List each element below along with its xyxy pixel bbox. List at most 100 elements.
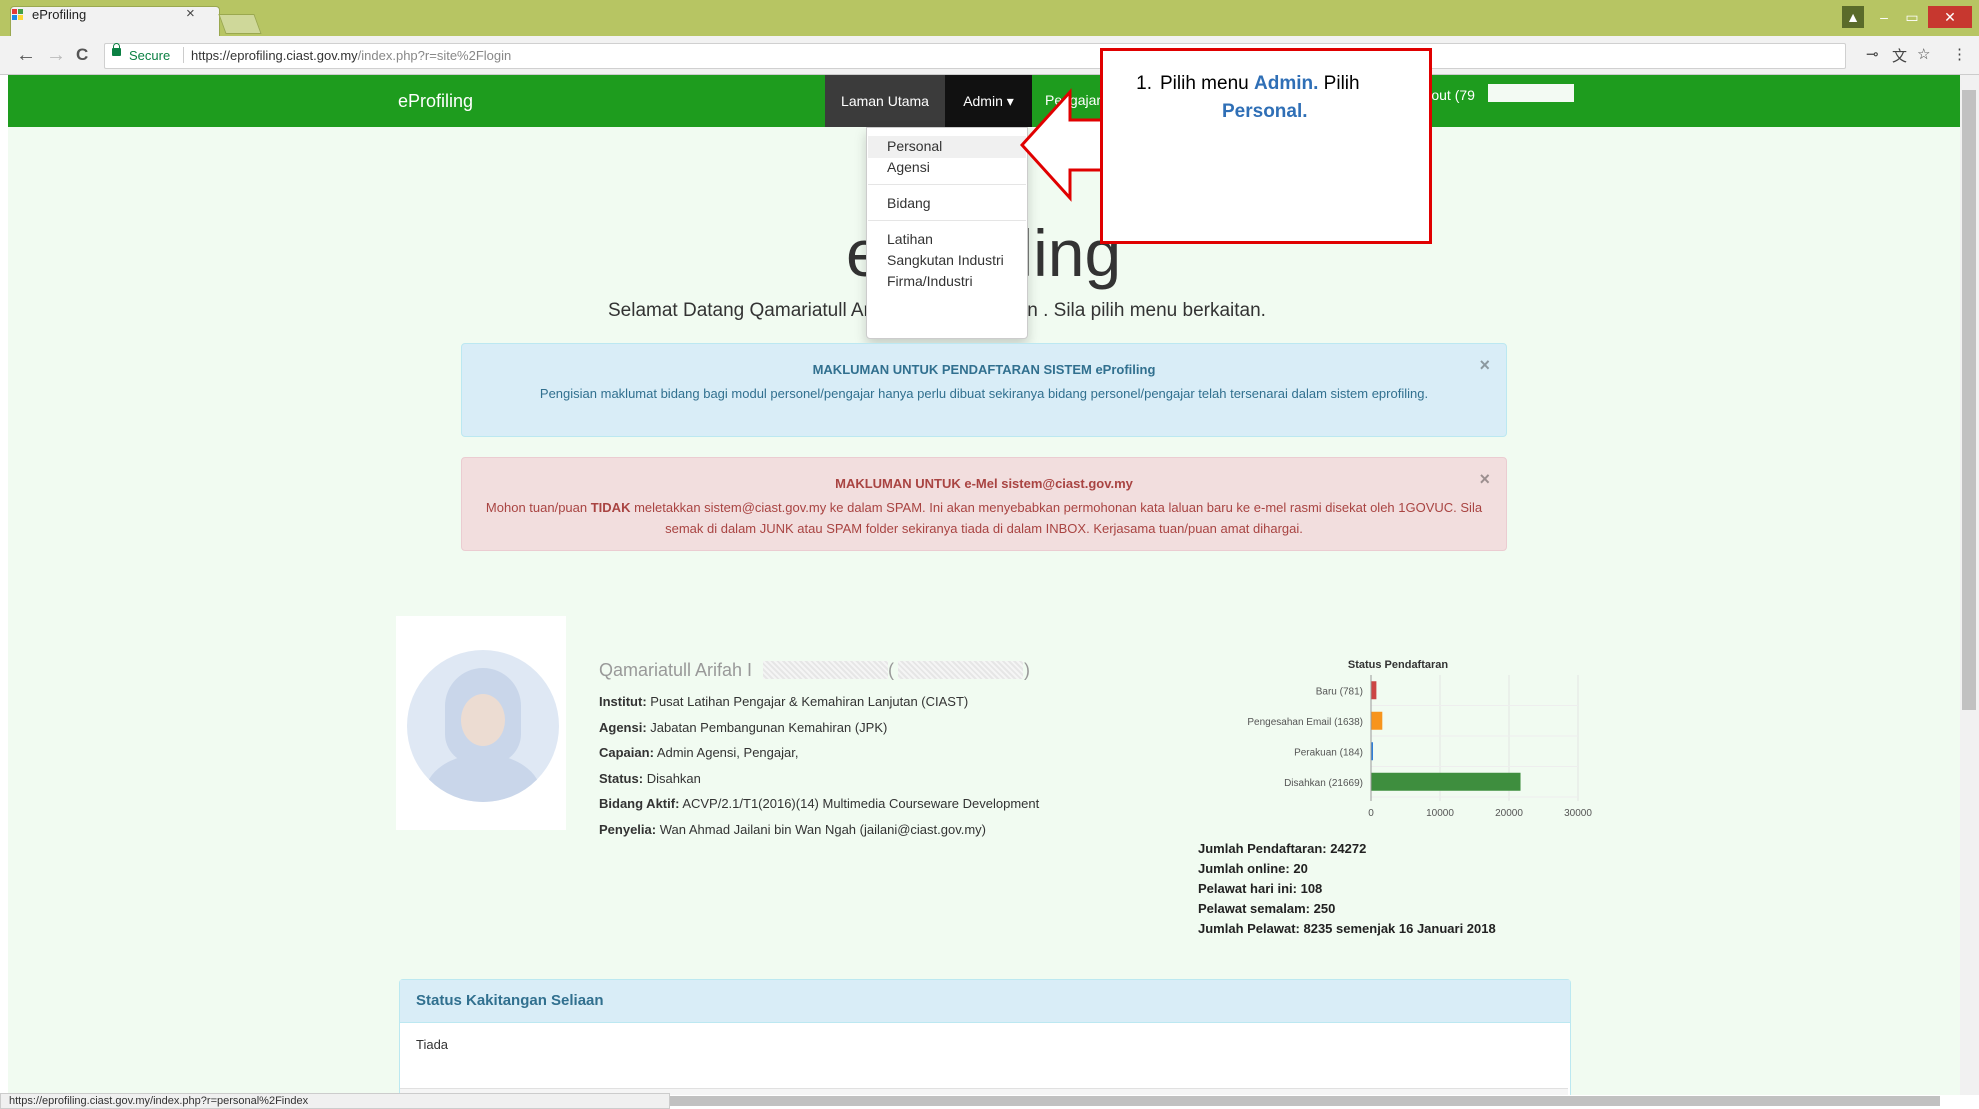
chart-category-label: Pengesahan Email (1638)	[1247, 717, 1363, 728]
chart-category-label: Baru (781)	[1316, 686, 1363, 697]
brand-link[interactable]: eProfiling	[398, 91, 473, 112]
nav-admin[interactable]: Admin ▾	[945, 75, 1032, 127]
info-alert-title: MAKLUMAN UNTUK PENDAFTARAN SISTEM eProfi…	[812, 362, 1156, 377]
profile-name: Qamariatull Arifah I	[599, 660, 753, 680]
field-value: ACVP/2.1/T1(2016)(14) Multimedia Coursew…	[682, 796, 1040, 811]
chart-bar	[1371, 711, 1383, 730]
danger-body-text: Mohon tuan/puan	[485, 500, 591, 515]
stat-line: Pelawat hari ini: 108	[1198, 881, 1323, 896]
profile-bidang: Bidang Aktif: ACVP/2.1/T1(2016)(14) Mult…	[599, 796, 1039, 811]
panel-title: Status Kakitangan Seliaan	[416, 992, 604, 1009]
chart-category-label: Perakuan (184)	[1294, 747, 1363, 758]
profile-penyelia: Penyelia: Wan Ahmad Jailani bin Wan Ngah…	[599, 822, 986, 837]
profile-paren-close: )	[1024, 660, 1030, 680]
kakitangan-panel: Status Kakitangan Seliaan Tiada	[399, 979, 1571, 1095]
danger-body-bold: TIDAK	[590, 500, 631, 515]
redacted-mask	[763, 661, 888, 679]
menu-item-latihan[interactable]: Latihan	[887, 231, 933, 247]
field-label: Agensi:	[599, 720, 647, 735]
danger-body-text: meletakkan sistem@ciast.gov.my ke dalam …	[630, 500, 1483, 536]
star-icon[interactable]: ☆	[1917, 45, 1930, 63]
tab-title: eProfiling	[32, 7, 87, 22]
lock-icon	[112, 43, 121, 56]
url-text[interactable]: https://eprofiling.ciast.gov.my/index.ph…	[191, 48, 511, 63]
key-icon[interactable]: ⊸	[1866, 45, 1879, 63]
chart-title: Status Pendaftaran	[1348, 659, 1449, 671]
menu-item-personal[interactable]: Personal	[887, 138, 942, 154]
close-icon[interactable]: ×	[1479, 355, 1490, 376]
status-pendaftaran-chart: Status Pendaftaran 0 10000 20000 30000 Baru (…	[1247, 659, 1592, 819]
url-path: /index.php?r=site%2Flogin	[357, 48, 512, 63]
chart-bar	[1371, 681, 1377, 700]
stat-line: Jumlah online: 20	[1198, 861, 1308, 876]
field-value: Wan Ahmad Jailani bin Wan Ngah (jailani@…	[659, 822, 987, 837]
callout-text-part: Pilih menu	[1160, 73, 1254, 94]
chart-tick-label: 0	[1368, 808, 1374, 819]
menu-item-agensi[interactable]: Agensi	[887, 159, 930, 175]
forward-icon[interactable]: →	[46, 44, 66, 67]
field-label: Institut:	[599, 694, 647, 709]
chart-tick-label: 10000	[1426, 808, 1454, 819]
info-alert-body: Pengisian maklumat bidang bagi modul per…	[539, 386, 1429, 401]
menu-divider	[868, 220, 1026, 221]
chart-category-label: Disahkan (21669)	[1284, 778, 1363, 789]
url-host: https://eprofiling.ciast.gov.my	[191, 48, 358, 63]
menu-item-bidang[interactable]: Bidang	[887, 195, 931, 211]
callout-text: 1. Pilih menu Admin. Pilih Personal.	[1122, 70, 1422, 126]
tab-close-icon[interactable]: ×	[186, 5, 195, 22]
callout-arrow	[1020, 88, 1106, 202]
chart-tick-label: 30000	[1564, 808, 1592, 819]
redacted-mask	[1488, 84, 1574, 102]
field-value: Disahkan	[646, 771, 701, 786]
user-icon[interactable]: ▲	[1842, 6, 1864, 28]
favicon-icon	[12, 9, 24, 21]
field-label: Bidang Aktif:	[599, 796, 680, 811]
panel-body: Tiada	[416, 1037, 449, 1052]
new-tab-button[interactable]	[218, 14, 262, 34]
reload-icon[interactable]: C	[76, 45, 88, 65]
field-label: Capaian:	[599, 745, 654, 760]
field-value: Admin Agensi, Pengajar,	[656, 745, 799, 760]
stat-line: Jumlah Pelawat: 8235 semenjak 16 Januari…	[1198, 921, 1496, 936]
page-content: eProfiling Laman Utama Admin ▾ Pengajar …	[8, 75, 1960, 1095]
menu-icon[interactable]: ⋮	[1952, 45, 1967, 63]
browser-titlebar	[0, 0, 1979, 36]
close-window-icon[interactable]: ✕	[1928, 6, 1972, 28]
profile-institut: Institut: Pusat Latihan Pengajar & Kemah…	[599, 694, 968, 709]
profile-status: Status: Disahkan	[599, 771, 701, 786]
stat-line: Jumlah Pendaftaran: 24272	[1198, 841, 1367, 856]
minimize-icon[interactable]: –	[1870, 6, 1898, 28]
stat-line: Pelawat semalam: 250	[1198, 901, 1336, 916]
danger-alert-title: MAKLUMAN UNTUK e-Mel sistem@ciast.gov.my	[835, 476, 1133, 491]
profile-capaian: Capaian: Admin Agensi, Pengajar,	[599, 745, 798, 760]
stats-block: Jumlah Pendaftaran: 24272 Jumlah online:…	[1198, 839, 1496, 939]
secure-label: Secure	[129, 48, 171, 63]
callout-highlight-personal: Personal.	[1222, 101, 1308, 122]
translate-icon[interactable]: 文	[1892, 45, 1907, 66]
redacted-mask	[898, 661, 1023, 679]
info-alert: MAKLUMAN UNTUK PENDAFTARAN SISTEM eProfi…	[461, 343, 1507, 437]
admin-dropdown-menu: Personal Agensi Bidang Latihan Sangkutan…	[866, 127, 1028, 339]
scrollbar-thumb[interactable]	[1962, 90, 1976, 710]
danger-alert-body: Mohon tuan/puan TIDAK meletakkan sistem@…	[480, 497, 1488, 539]
avatar	[407, 650, 559, 802]
url-separator	[183, 47, 184, 63]
field-label: Status:	[599, 771, 644, 786]
chart-bar	[1371, 772, 1521, 791]
field-value: Jabatan Pembangunan Kemahiran (JPK)	[650, 720, 888, 735]
nav-laman-utama[interactable]: Laman Utama	[825, 75, 945, 127]
maximize-icon[interactable]: ▭	[1898, 6, 1926, 28]
danger-alert: MAKLUMAN UNTUK e-Mel sistem@ciast.gov.my…	[461, 457, 1507, 551]
callout-text-part: Pilih	[1318, 73, 1360, 94]
chart-tick-label: 20000	[1495, 808, 1523, 819]
field-label: Penyelia:	[599, 822, 657, 837]
horizontal-scroll-thumb[interactable]	[660, 1096, 1940, 1106]
profile-paren-open: (	[888, 660, 894, 680]
back-icon[interactable]: ←	[16, 44, 36, 67]
menu-item-sangkutan-industri[interactable]: Sangkutan Industri	[887, 252, 1004, 268]
menu-divider	[868, 184, 1026, 185]
callout-number: 1.	[1136, 73, 1152, 94]
close-icon[interactable]: ×	[1479, 469, 1490, 490]
menu-item-firma-industri[interactable]: Firma/Industri	[887, 273, 973, 289]
profile-agensi: Agensi: Jabatan Pembangunan Kemahiran (J…	[599, 720, 887, 735]
